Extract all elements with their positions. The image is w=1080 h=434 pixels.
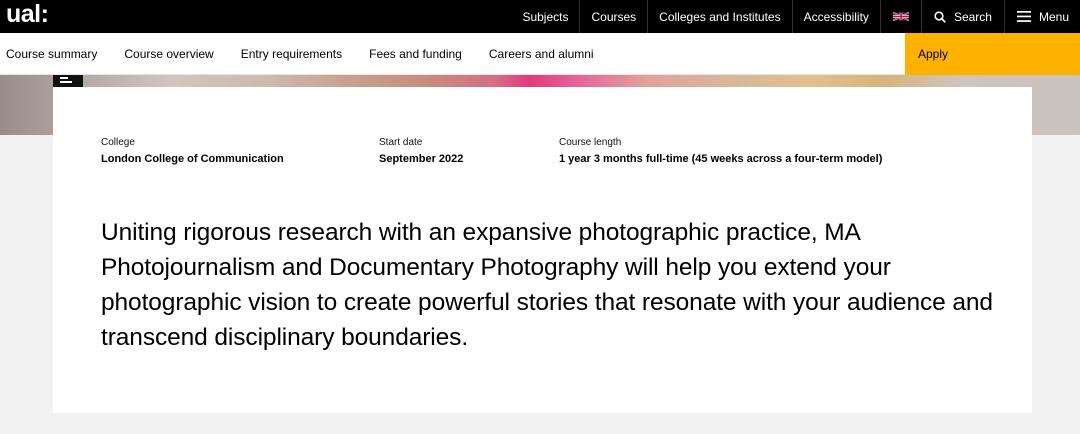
course-summary-card: College London College of Communication … <box>53 87 1032 413</box>
course-intro-text: Uniting rigorous research with an expans… <box>101 219 993 351</box>
subnav-course-overview[interactable]: Course overview <box>124 47 213 61</box>
fact-label: Start date <box>379 137 423 148</box>
fact-label: College <box>101 137 135 148</box>
nav-colleges-institutes[interactable]: Colleges and Institutes <box>647 0 791 33</box>
fact-value: 1 year 3 months full-time (45 weeks acro… <box>559 153 883 165</box>
language-button[interactable] <box>879 0 921 33</box>
ual-logo[interactable]: ual: <box>6 0 49 33</box>
top-bar: ual: Subjects Courses Colleges and Insti… <box>0 0 1080 33</box>
subnav-course-summary[interactable]: Course summary <box>6 47 97 61</box>
fact-value: September 2022 <box>379 153 464 165</box>
fact-label: Course length <box>559 137 622 148</box>
menu-button[interactable]: Menu <box>1003 0 1080 33</box>
apply-button[interactable]: Apply <box>905 33 1080 75</box>
fact-college: College London College of Communication <box>101 137 284 165</box>
subnav-careers-alumni[interactable]: Careers and alumni <box>489 47 594 61</box>
uk-flag-icon <box>892 11 909 22</box>
nav-courses[interactable]: Courses <box>579 0 647 33</box>
search-icon <box>934 10 946 23</box>
fact-course-length: Course length 1 year 3 months full-time … <box>559 137 882 165</box>
search-button[interactable]: Search <box>920 0 1004 33</box>
fact-start-date: Start date September 2022 <box>379 137 463 165</box>
course-subnav: Course summary Course overview Entry req… <box>0 33 1080 75</box>
top-nav: Subjects Courses Colleges and Institutes… <box>511 0 1080 33</box>
menu-label: Menu <box>1038 9 1069 24</box>
hamburger-menu-icon <box>1016 11 1031 22</box>
subnav-entry-requirements[interactable]: Entry requirements <box>241 47 342 61</box>
subnav-fees-funding[interactable]: Fees and funding <box>369 47 462 61</box>
fact-value: London College of Communication <box>101 153 284 165</box>
nav-accessibility[interactable]: Accessibility <box>791 0 880 33</box>
nav-subjects[interactable]: Subjects <box>511 0 579 33</box>
search-label: Search <box>953 9 992 24</box>
